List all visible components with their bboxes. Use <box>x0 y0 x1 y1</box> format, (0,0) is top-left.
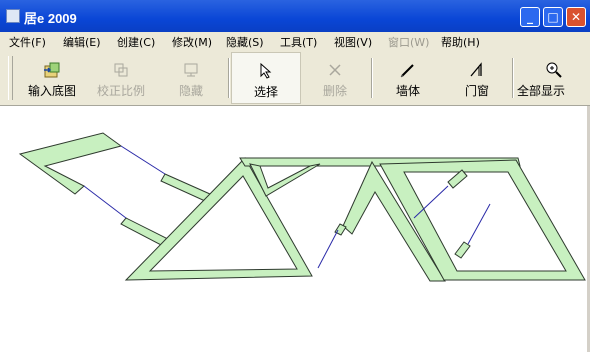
wall-pen-icon <box>400 64 414 78</box>
wall-segment[interactable] <box>454 241 471 259</box>
maximize-button[interactable]: □ <box>543 7 563 27</box>
connector-line <box>317 229 339 269</box>
select-cursor-icon <box>260 62 272 79</box>
window-title: 居e 2009 <box>24 11 77 26</box>
zoom-all-label: 全部显示 <box>517 84 566 98</box>
close-button[interactable]: ✕ <box>566 7 586 27</box>
minimize-button[interactable]: _ <box>520 7 540 27</box>
menu-view[interactable]: 视图(V) <box>334 34 372 50</box>
hide-button[interactable]: 隐藏 <box>158 52 224 104</box>
delete-button[interactable]: 删除 <box>302 52 368 104</box>
wall-segment[interactable] <box>447 169 468 189</box>
calibrate-scale-label: 校正比例 <box>96 84 145 98</box>
delete-label: 删除 <box>322 84 347 98</box>
door-window-label: 门窗 <box>464 84 489 98</box>
walls[interactable] <box>18 132 586 282</box>
title-bar[interactable]: 居e 2009 _ □ ✕ <box>0 0 590 32</box>
delete-x-icon <box>329 64 341 76</box>
wall-segment[interactable] <box>124 157 313 281</box>
hide-icon <box>184 63 198 77</box>
menu-help[interactable]: 帮助(H) <box>441 34 480 50</box>
toolbar: 输入底图 校正比例 隐藏 选择 删除 墙体 门窗 全部显示 <box>0 52 590 106</box>
floor-plan-drawing[interactable] <box>0 106 587 352</box>
menu-modify[interactable]: 修改(M) <box>172 34 212 50</box>
zoom-all-icon <box>546 62 562 78</box>
menu-tools[interactable]: 工具(T) <box>280 34 317 50</box>
connector-line <box>83 185 127 219</box>
app-icon <box>6 9 20 23</box>
wall-segment[interactable] <box>379 159 586 281</box>
door-window-icon <box>470 62 482 77</box>
wall-segment[interactable] <box>120 217 169 247</box>
menu-bar: 文件(F) 编辑(E) 创建(C) 修改(M) 隐藏(S) 工具(T) 视图(V… <box>0 32 590 52</box>
toolbar-separator <box>228 58 230 98</box>
wall-segment[interactable] <box>18 132 123 195</box>
door-window-button[interactable]: 门窗 <box>444 52 510 104</box>
select-label: 选择 <box>253 85 278 99</box>
toolbar-separator <box>371 58 373 98</box>
calibrate-scale-button[interactable]: 校正比例 <box>88 52 154 104</box>
drawing-canvas[interactable] <box>0 106 587 352</box>
import-image-label: 输入底图 <box>27 84 76 98</box>
menu-window[interactable]: 窗口(W) <box>388 34 429 50</box>
scale-calibrate-icon <box>114 63 128 77</box>
select-button[interactable]: 选择 <box>231 52 301 104</box>
menu-hide[interactable]: 隐藏(S) <box>226 34 264 50</box>
connector-line <box>120 145 166 175</box>
connector-line <box>467 203 491 245</box>
import-image-icon <box>44 62 60 78</box>
import-image-button[interactable]: 输入底图 <box>18 52 86 104</box>
menu-create[interactable]: 创建(C) <box>117 34 155 50</box>
menu-edit[interactable]: 编辑(E) <box>63 34 101 50</box>
zoom-all-button[interactable]: 全部显示 <box>514 52 590 104</box>
wall-button[interactable]: 墙体 <box>374 52 442 104</box>
wall-segment[interactable] <box>160 173 211 202</box>
menu-file[interactable]: 文件(F) <box>9 34 46 50</box>
wall-label: 墙体 <box>395 84 420 98</box>
hide-label: 隐藏 <box>178 84 203 98</box>
toolbar-grip[interactable] <box>8 56 13 100</box>
